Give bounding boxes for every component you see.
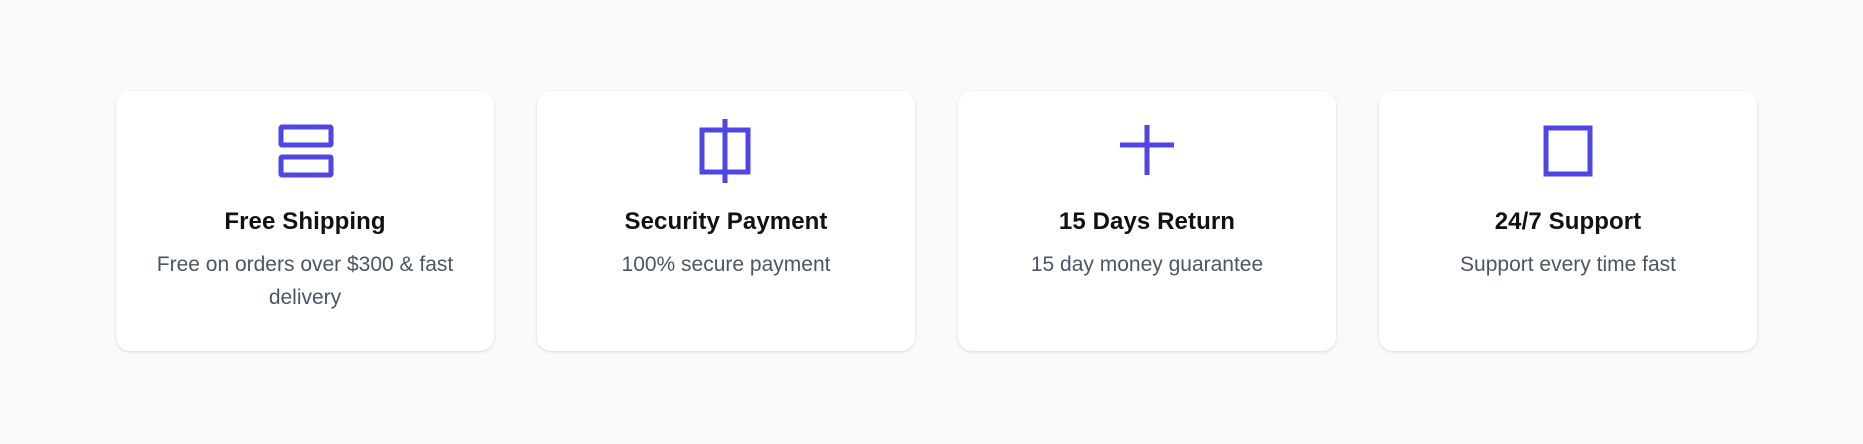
square-icon [1539,123,1597,181]
feature-card-15-days-return: 15 Days Return 15 day money guarantee [958,91,1336,351]
feature-description: 100% secure payment [621,253,831,276]
feature-title: 15 Days Return [1058,208,1236,235]
plus-icon [1118,123,1176,181]
feature-title: 24/7 Support [1494,208,1642,235]
feature-card-security-payment: Security Payment 100% secure payment [537,91,915,351]
feature-title: Security Payment [624,208,828,235]
feature-title: Free Shipping [224,208,386,235]
server-icon [276,123,334,181]
feature-description: Support every time fast [1460,253,1676,276]
features-section: Free Shipping Free on orders over $300 &… [116,91,1757,351]
feature-description: 15 day money guarantee [1030,253,1264,276]
feature-description: Free on orders over $300 & fast delivery [156,253,454,309]
feature-card-free-shipping: Free Shipping Free on orders over $300 &… [116,91,494,351]
feature-card-24-7-support: 24/7 Support Support every time fast [1379,91,1757,351]
split-square-icon [697,119,755,183]
